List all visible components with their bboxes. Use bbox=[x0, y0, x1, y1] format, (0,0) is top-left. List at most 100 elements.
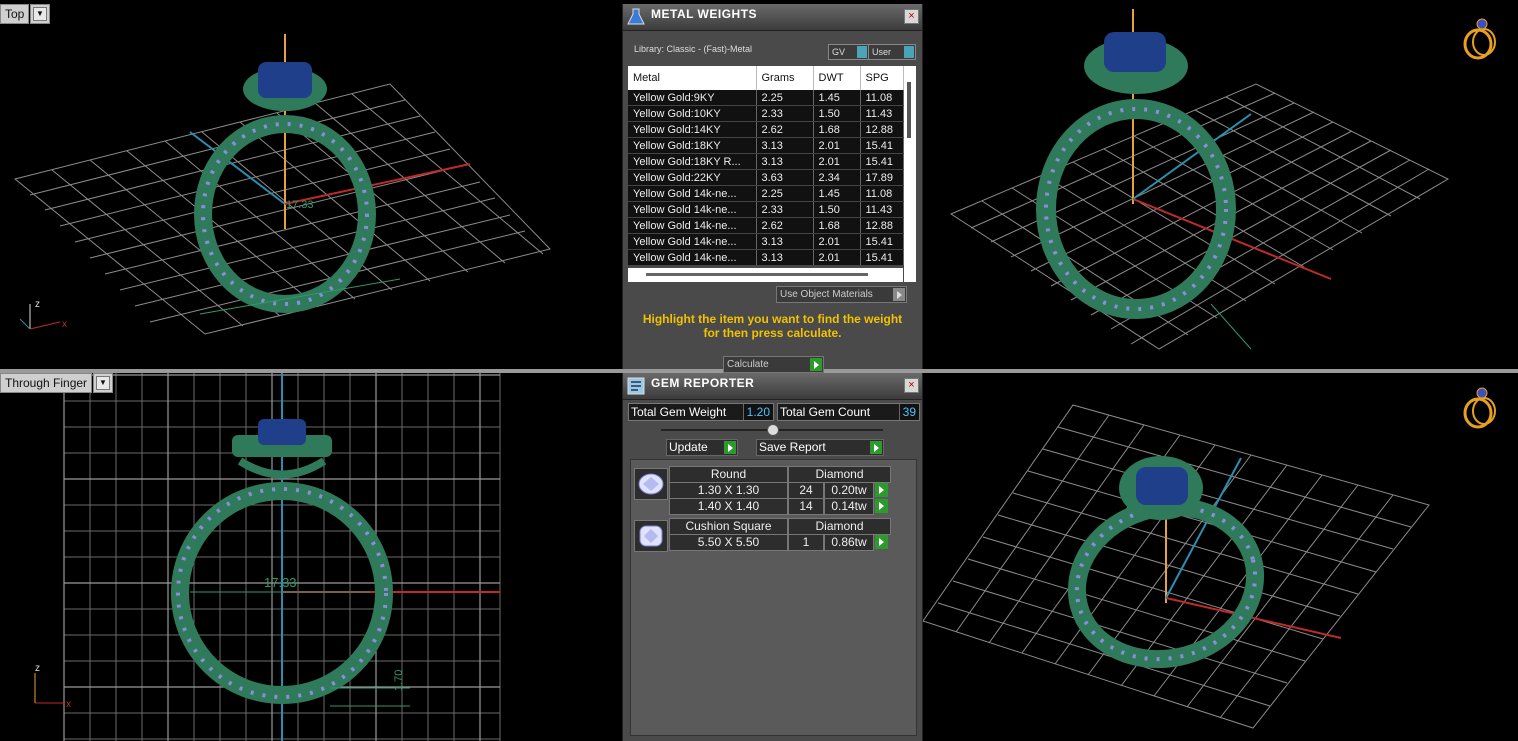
table-cell: Yellow Gold 14k-ne... bbox=[628, 185, 757, 202]
total-gem-count-value: 39 bbox=[898, 404, 919, 420]
gem-row-select-button[interactable] bbox=[875, 535, 888, 549]
table-row[interactable]: Yellow Gold 14k-ne... 2.25 1.45 11.08 bbox=[628, 185, 904, 202]
gv-toggle[interactable]: GV bbox=[828, 44, 869, 60]
library-label: Library: Classic - (Fast)-Metal bbox=[634, 44, 753, 54]
close-icon[interactable]: × bbox=[904, 378, 919, 393]
viewport-through-finger-name: Through Finger bbox=[5, 376, 88, 390]
table-cell: Yellow Gold:18KY R... bbox=[628, 153, 757, 170]
gem-size: 1.30 X 1.30 bbox=[669, 482, 788, 499]
viewport-top[interactable]: 17.33 z x Top ▼ bbox=[0, 4, 622, 369]
metal-weights-title: METAL WEIGHTS bbox=[651, 7, 758, 21]
axis-z-label: z bbox=[35, 299, 40, 310]
total-gem-weight-label: Total Gem Weight bbox=[631, 405, 727, 419]
gem-size: 5.50 X 5.50 bbox=[669, 534, 788, 551]
viewport-perspective[interactable] bbox=[921, 373, 1518, 741]
total-gem-weight-value: 1.20 bbox=[742, 404, 773, 420]
viewport-top-dropdown[interactable]: ▼ bbox=[30, 4, 50, 24]
table-cell: Yellow Gold:10KY bbox=[628, 105, 757, 122]
instruction-line-1: Highlight the item you want to find the … bbox=[642, 312, 903, 326]
gem-row-select-button[interactable] bbox=[875, 483, 888, 497]
table-row[interactable]: Yellow Gold:10KY 2.33 1.50 11.43 bbox=[628, 105, 904, 122]
table-cell: 1.68 bbox=[813, 121, 861, 138]
table-row[interactable]: Yellow Gold:14KY 2.62 1.68 12.88 bbox=[628, 121, 904, 138]
viewport-top-scene: 17.33 z x bbox=[13, 34, 551, 335]
calculate-button[interactable]: Calculate bbox=[723, 356, 824, 373]
column-header[interactable]: Metal bbox=[628, 66, 757, 90]
table-cell: 15.41 bbox=[860, 249, 904, 266]
table-cell: 3.13 bbox=[756, 249, 814, 266]
table-cell: 2.25 bbox=[756, 90, 814, 106]
table-row[interactable]: Yellow Gold:9KY 2.25 1.45 11.08 bbox=[628, 90, 904, 106]
save-report-button[interactable]: Save Report bbox=[756, 439, 884, 456]
dimension-label-shank: 1.70 bbox=[393, 670, 405, 691]
ring-orientation-icon-2[interactable] bbox=[1460, 385, 1500, 429]
play-icon bbox=[810, 358, 822, 371]
gem-reporter-titlebar[interactable]: GEM REPORTER × bbox=[623, 373, 922, 400]
gem-row-select-button[interactable] bbox=[875, 499, 888, 513]
table-cell: 1.68 bbox=[813, 217, 861, 234]
table-cell: 2.01 bbox=[813, 137, 861, 154]
column-header[interactable]: Grams bbox=[756, 66, 814, 90]
table-cell: 15.41 bbox=[860, 233, 904, 250]
table-cell: 1.50 bbox=[813, 201, 861, 218]
table-cell: 3.13 bbox=[756, 137, 814, 154]
viewport-through-finger-scene: 17.33 1.70 z x bbox=[34, 373, 501, 741]
column-header[interactable]: SPG bbox=[860, 66, 904, 90]
use-object-materials-dropdown[interactable]: Use Object Materials bbox=[776, 286, 907, 303]
table-cell: 2.01 bbox=[813, 249, 861, 266]
table-cell: 1.45 bbox=[813, 90, 861, 106]
table-row[interactable]: Yellow Gold:18KY 3.13 2.01 15.41 bbox=[628, 137, 904, 154]
round-gem-icon[interactable] bbox=[634, 468, 668, 500]
table-row[interactable]: Yellow Gold 14k-ne... 3.13 2.01 15.41 bbox=[628, 233, 904, 250]
table-cell: 17.89 bbox=[860, 169, 904, 186]
table-cell: 11.43 bbox=[860, 105, 904, 122]
viewport-perspective-top[interactable] bbox=[921, 4, 1518, 369]
slider-knob[interactable] bbox=[767, 424, 779, 436]
calculate-label: Calculate bbox=[727, 359, 769, 370]
vertical-scrollbar[interactable] bbox=[904, 66, 916, 282]
gem-weight: 0.14tw bbox=[824, 498, 874, 515]
chevron-down-icon: ▼ bbox=[96, 376, 110, 390]
ring-orientation-icon[interactable] bbox=[1460, 16, 1500, 60]
viewport-through-finger-dropdown[interactable]: ▼ bbox=[93, 373, 113, 393]
horizontal-scrollbar[interactable] bbox=[628, 268, 903, 282]
play-icon bbox=[724, 441, 736, 454]
table-row[interactable]: Yellow Gold:18KY R... 3.13 2.01 15.41 bbox=[628, 153, 904, 170]
instruction-line-2: for then press calculate. bbox=[703, 326, 842, 340]
scroll-thumb[interactable] bbox=[646, 273, 868, 276]
viewport-perspective-scene bbox=[922, 404, 1430, 729]
table-cell: 15.41 bbox=[860, 153, 904, 170]
table-row[interactable]: Yellow Gold 14k-ne... 3.13 2.01 15.41 bbox=[628, 249, 904, 266]
gem-reporter-title: GEM REPORTER bbox=[651, 376, 755, 390]
close-icon[interactable]: × bbox=[904, 9, 919, 24]
table-cell: 11.43 bbox=[860, 201, 904, 218]
metal-weights-titlebar[interactable]: METAL WEIGHTS × bbox=[623, 4, 922, 31]
cushion-gem-icon[interactable] bbox=[634, 520, 668, 552]
report-icon bbox=[627, 377, 645, 395]
viewport-top-label[interactable]: Top bbox=[0, 4, 30, 24]
table-cell: 3.13 bbox=[756, 233, 814, 250]
table-row[interactable]: Yellow Gold 14k-ne... 2.62 1.68 12.88 bbox=[628, 217, 904, 234]
play-icon bbox=[870, 441, 882, 454]
table-cell: 2.33 bbox=[756, 201, 814, 218]
table-cell: 3.13 bbox=[756, 153, 814, 170]
scroll-thumb[interactable] bbox=[907, 82, 911, 138]
table-cell: 2.33 bbox=[756, 105, 814, 122]
table-row[interactable]: Yellow Gold:22KY 3.63 2.34 17.89 bbox=[628, 169, 904, 186]
table-row[interactable]: Yellow Gold 14k-ne... 2.33 1.50 11.43 bbox=[628, 201, 904, 218]
chevron-right-icon bbox=[893, 288, 905, 301]
metal-weights-table: Metal Grams DWT SPG Yellow Gold:9KY 2.25 1… bbox=[628, 66, 904, 266]
total-gem-count-label: Total Gem Count bbox=[780, 405, 871, 419]
table-cell: Yellow Gold:18KY bbox=[628, 137, 757, 154]
row-height-slider[interactable] bbox=[661, 424, 883, 436]
viewport-through-finger-label[interactable]: Through Finger bbox=[0, 373, 93, 393]
column-header[interactable]: DWT bbox=[813, 66, 861, 90]
user-toggle[interactable]: User bbox=[868, 44, 916, 60]
table-cell: 2.62 bbox=[756, 121, 814, 138]
viewport-through-finger[interactable]: 17.33 1.70 z x Through Finger ▼ bbox=[0, 373, 622, 741]
table-cell: 1.50 bbox=[813, 105, 861, 122]
save-report-label: Save Report bbox=[759, 440, 826, 454]
update-button[interactable]: Update bbox=[666, 439, 738, 456]
gem-count: 14 bbox=[788, 498, 824, 515]
table-cell: 2.25 bbox=[756, 185, 814, 202]
